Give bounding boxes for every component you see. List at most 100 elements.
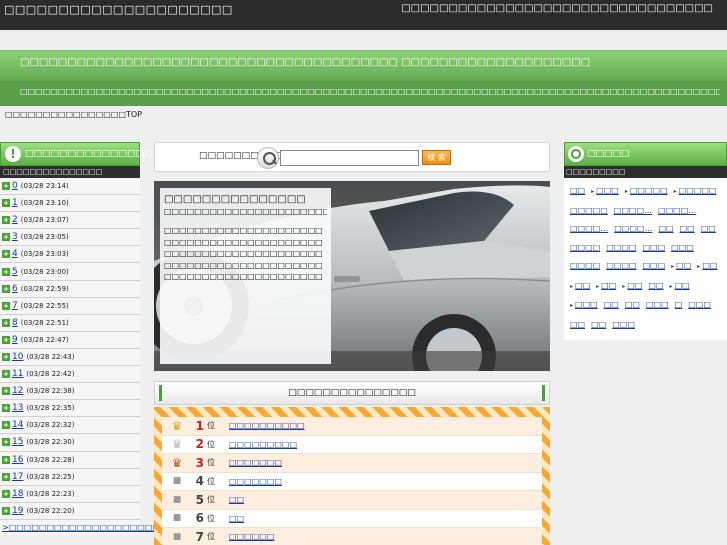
history-link[interactable]: 15	[12, 437, 23, 447]
tag-link[interactable]: □□	[627, 281, 642, 290]
banner: □□□□□□□□□□□□□□□□□□□□□□□□□□□□□□□□□□□□□□□□…	[0, 50, 727, 106]
history-link[interactable]: 3	[12, 232, 18, 242]
plus-icon: +	[2, 216, 10, 225]
more-history-link[interactable]: >□□□□□□□□□□□□□□□□□□□□□□□□□□□□□□□□	[0, 519, 251, 535]
history-link[interactable]: 9	[12, 335, 18, 345]
history-link[interactable]: 16	[12, 455, 23, 465]
tag-link[interactable]: □□□□	[570, 243, 600, 252]
history-link[interactable]: 6	[12, 284, 18, 294]
recent-history-title: □□□□□□□□□□□□□□□	[25, 149, 153, 159]
history-link[interactable]: 13	[12, 403, 23, 413]
ranking-link[interactable]: □□□□□□□	[229, 458, 282, 467]
history-link[interactable]: 19	[12, 506, 23, 516]
tag-link[interactable]: □□□	[575, 300, 598, 309]
tag-link[interactable]: □□□□…	[614, 206, 652, 215]
history-link[interactable]: 8	[12, 318, 18, 328]
history-link[interactable]: 5	[12, 267, 18, 277]
ranking-row: ♛ 1 位 □□□□□□□□□□	[162, 417, 542, 436]
tag-link[interactable]: □□	[625, 300, 640, 309]
tag-link[interactable]: □□	[680, 224, 695, 233]
history-row: +9 (03/28 22:47)	[0, 331, 140, 349]
breadcrumb[interactable]: □□□□□□□□□□□□□□□□TOP	[5, 110, 142, 119]
tag-item: ▸ □□	[697, 257, 717, 277]
hero-text-panel: □□□□□□□□□□□□□□□ □□□□□□□□□□□□□□□□□□□□□□ □□…	[160, 188, 331, 364]
tag-link[interactable]: □□□□…	[658, 206, 696, 215]
history-timestamp: (03/28 23:14)	[20, 182, 69, 191]
exclamation-icon: !	[5, 146, 21, 162]
tag-item: □□	[570, 316, 585, 335]
recent-history-list: +0 (03/28 23:14) +1 (03/28 23:10) +2 (03/28 2…	[0, 178, 140, 520]
history-link[interactable]: 18	[12, 489, 23, 499]
rank-number: 7	[195, 529, 204, 544]
ranking-link[interactable]: □□□□□□□□□	[229, 440, 297, 449]
site-title[interactable]: □□□□□□□□□□□□□□□□□□□□□	[4, 3, 233, 16]
tag-link[interactable]: □	[675, 300, 683, 309]
rank-suffix: 位	[207, 532, 215, 542]
tag-link[interactable]: □□	[676, 261, 691, 270]
history-link[interactable]: 14	[12, 420, 23, 430]
tag-link[interactable]: □□□	[642, 261, 665, 270]
history-timestamp: (03/28 22:51)	[20, 318, 69, 327]
tag-link[interactable]: □□□	[671, 243, 694, 252]
tag-link[interactable]: □□	[648, 281, 663, 290]
ranking-link[interactable]: □□□□□□□□□□	[229, 421, 305, 430]
history-link[interactable]: 11	[12, 369, 23, 379]
history-row: +8 (03/28 22:51)	[0, 314, 140, 332]
plus-icon: +	[2, 318, 10, 327]
tag-link[interactable]: □□□□…	[614, 224, 652, 233]
search-button[interactable]: 検 索	[422, 150, 451, 165]
plus-icon: +	[2, 370, 10, 379]
tag-link[interactable]: □□□□□	[679, 186, 717, 195]
tag-link[interactable]: □□□	[642, 243, 665, 252]
tag-link[interactable]: □□	[658, 224, 673, 233]
history-link[interactable]: 12	[12, 386, 23, 396]
tag-link[interactable]: □□□□	[606, 261, 636, 270]
history-link[interactable]: 7	[12, 301, 18, 311]
history-timestamp: (03/28 22:43)	[26, 352, 75, 361]
tag-link[interactable]: □□	[675, 281, 690, 290]
tag-link[interactable]: □□□□□	[630, 186, 668, 195]
tag-link[interactable]: □□□□	[570, 261, 600, 270]
hero-image: □□□□□□□□□□□□□□□ □□□□□□□□□□□□□□□□□□□□□□ □□…	[154, 181, 550, 371]
history-timestamp: (03/28 22:23)	[26, 489, 75, 498]
tag-item: □□	[604, 296, 619, 315]
tag-link[interactable]: □□	[575, 281, 590, 290]
ranking-link[interactable]: □□□□□□□	[229, 477, 282, 486]
ranking-header: □□□□□□□□□□□□□□□	[154, 381, 550, 405]
ranking-link[interactable]: □□	[229, 495, 244, 504]
tag-link[interactable]: □□□□□	[570, 206, 608, 215]
ranking-link[interactable]: □□□□□□	[229, 532, 274, 541]
tag-link[interactable]: □□□	[688, 300, 711, 309]
hero-subtitle: □□□□□□□□□□□□□□□□□□□□□□□□□□□	[164, 207, 327, 216]
history-link[interactable]: 17	[12, 472, 23, 482]
tag-link[interactable]: □□□	[646, 300, 669, 309]
ranking-link[interactable]: □□	[229, 514, 244, 523]
tag-link[interactable]: □□	[701, 224, 716, 233]
plus-icon: +	[2, 387, 10, 396]
history-timestamp: (03/28 22:38)	[26, 387, 75, 396]
tag-link[interactable]: □□	[570, 320, 585, 329]
rank-number: 6	[195, 511, 204, 526]
rank-suffix: 位	[207, 421, 215, 431]
history-link[interactable]: 1	[12, 198, 18, 208]
history-link[interactable]: 4	[12, 249, 18, 259]
plus-icon: +	[2, 506, 10, 515]
tag-link[interactable]: □□	[570, 186, 585, 195]
tag-link[interactable]: □□□	[596, 186, 619, 195]
tag-link[interactable]: □□□□	[606, 243, 636, 252]
history-link[interactable]: 2	[12, 215, 18, 225]
tag-link[interactable]: □□□	[612, 320, 635, 329]
tag-item: □□	[658, 220, 673, 239]
tag-item: □	[675, 296, 683, 315]
tag-link[interactable]: □□	[601, 281, 616, 290]
tag-link[interactable]: □□	[702, 261, 717, 270]
rank-number: 2	[195, 437, 204, 452]
tag-item: □□□□	[570, 239, 600, 258]
crown-bronze-icon: ♛	[171, 455, 183, 470]
history-link[interactable]: 10	[12, 352, 23, 362]
search-input[interactable]	[280, 150, 419, 166]
tag-link[interactable]: □□	[591, 320, 606, 329]
tag-link[interactable]: □□	[604, 300, 619, 309]
history-link[interactable]: 0	[12, 181, 18, 191]
tag-link[interactable]: □□□□…	[570, 224, 608, 233]
